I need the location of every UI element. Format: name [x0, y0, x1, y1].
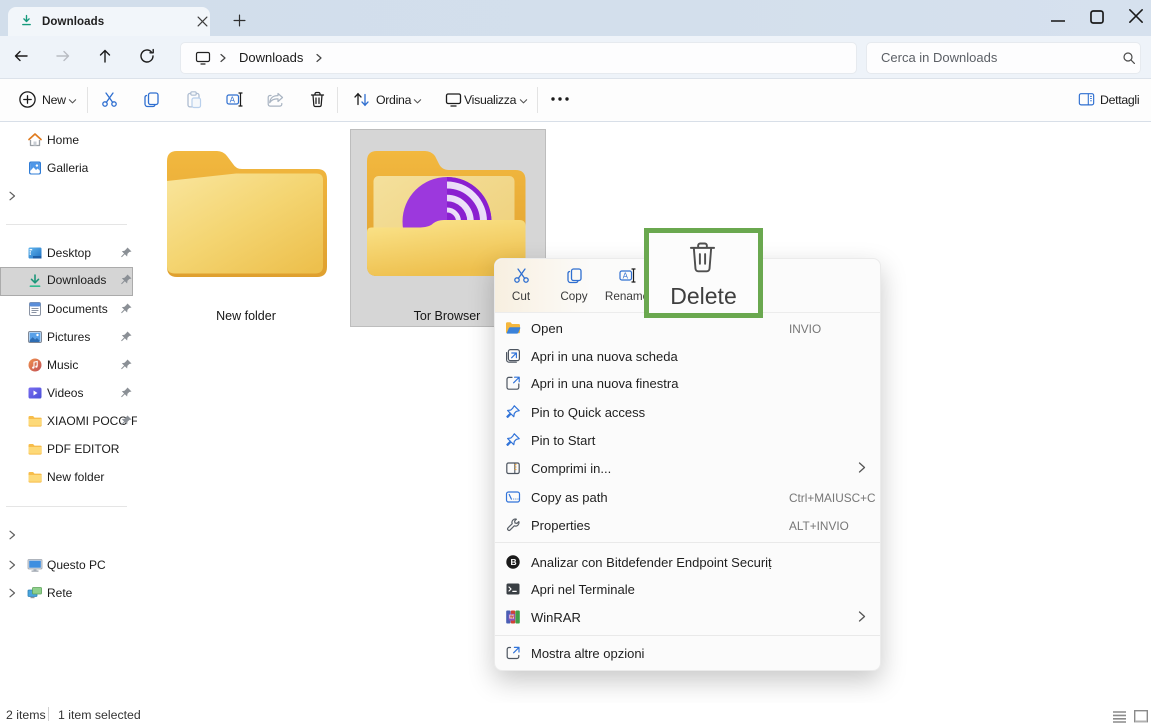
svg-text:A: A [230, 95, 236, 104]
svg-text:A: A [622, 271, 628, 280]
svg-text:B: B [511, 557, 517, 567]
